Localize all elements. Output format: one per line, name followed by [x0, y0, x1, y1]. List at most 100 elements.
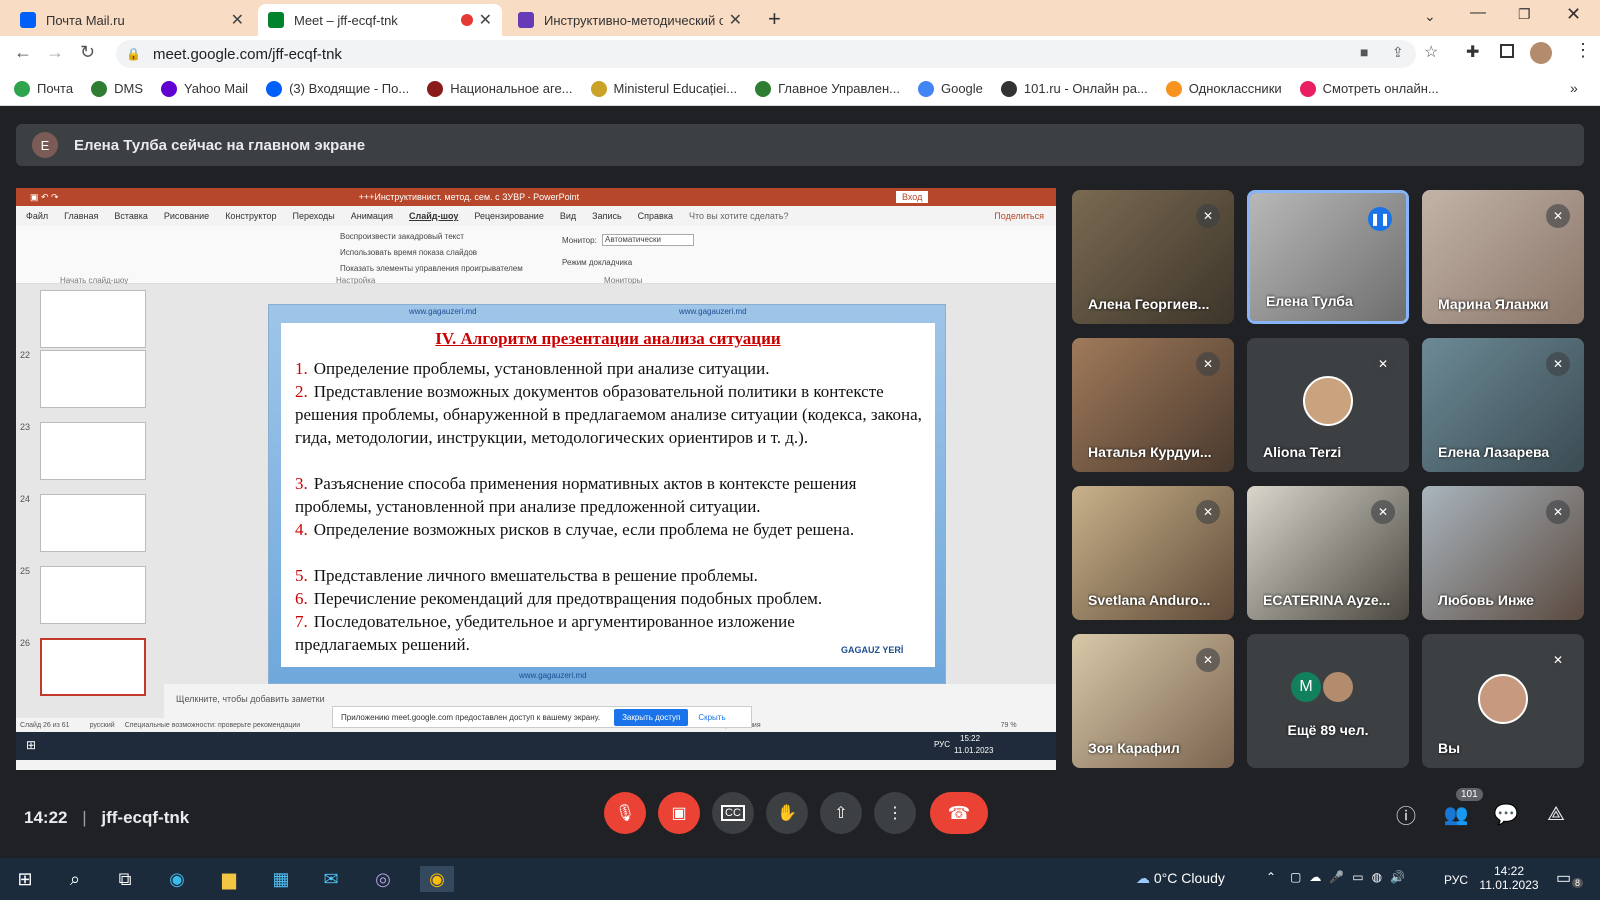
task-view-icon[interactable]: ⧉: [112, 866, 138, 892]
bookmark-item[interactable]: Yahoo Mail: [161, 80, 248, 97]
ppt-title-bar: ▣ ↶ ↷ +++Инструктивнист. метод. сем. с З…: [16, 188, 1056, 206]
participant-tile[interactable]: ✕ Зоя Карафил: [1072, 634, 1234, 768]
people-button[interactable]: 👥: [1442, 800, 1470, 828]
weather-widget[interactable]: ☁ 0°C Cloudy: [1136, 870, 1225, 887]
file-explorer-icon[interactable]: ▆: [216, 866, 242, 892]
hide-notice-button: Скрыть: [698, 712, 726, 722]
bookmark-icon: [427, 80, 444, 97]
participant-tile[interactable]: ✕ Наталья Курдуи...: [1072, 338, 1234, 472]
more-options-button[interactable]: ⋮: [874, 792, 916, 834]
bookmark-item[interactable]: Национальное аге...: [427, 80, 573, 97]
people-count-badge: 101: [1456, 788, 1483, 801]
participant-tile[interactable]: ✕ Елена Лазарева: [1422, 338, 1584, 472]
store-icon[interactable]: ▦: [268, 866, 294, 892]
window-close-icon[interactable]: ✕: [1566, 4, 1581, 25]
maximize-icon[interactable]: ❐: [1518, 6, 1531, 23]
mic-off-icon: 🎙: [614, 805, 636, 822]
windows-start-icon[interactable]: ⊞: [12, 866, 38, 892]
bookmark-item[interactable]: Google: [917, 80, 983, 97]
menu-dots-icon[interactable]: ⋮: [1574, 40, 1592, 61]
mail-icon: [20, 12, 36, 28]
camera-toggle-button[interactable]: ▣: [658, 792, 700, 834]
star-icon[interactable]: ☆: [1424, 42, 1438, 62]
tab-search-icon[interactable]: ⌄: [1424, 8, 1436, 25]
hangup-icon: ☎: [947, 802, 971, 823]
more-bookmarks-icon[interactable]: »: [1570, 80, 1578, 96]
bookmark-item[interactable]: Главное Управлен...: [755, 80, 900, 97]
slide-title: IV. Алгоритм презентации анализа ситуаци…: [435, 329, 781, 348]
new-tab-icon[interactable]: +: [768, 6, 781, 32]
self-tile[interactable]: ✕ Вы: [1422, 634, 1584, 768]
info-button[interactable]: ⓘ: [1392, 800, 1420, 828]
captions-button[interactable]: CC: [712, 792, 754, 834]
slide-thumb: [40, 350, 146, 408]
camera-icon[interactable]: ■: [1360, 44, 1368, 60]
close-icon[interactable]: ✕: [729, 10, 742, 30]
slide-thumb-active: [40, 638, 146, 696]
participant-tile[interactable]: ✕ Svetlana Anduro...: [1072, 486, 1234, 620]
share-page-icon[interactable]: ⇪: [1392, 44, 1404, 61]
notifications-icon[interactable]: ▭: [1556, 868, 1571, 888]
bookmark-item[interactable]: Смотреть онлайн...: [1299, 80, 1439, 97]
present-button[interactable]: ⇧: [820, 792, 862, 834]
mic-off-icon: ✕: [1546, 500, 1570, 524]
mic-off-icon: ✕: [1546, 204, 1570, 228]
meet-icon: [268, 12, 284, 28]
cloud-icon: ☁: [1136, 870, 1150, 886]
participant-tile[interactable]: ✕ Любовь Инже: [1422, 486, 1584, 620]
edge-icon[interactable]: ◉: [164, 866, 190, 892]
avatar: [1323, 672, 1353, 702]
profile-avatar[interactable]: [1530, 42, 1552, 64]
clock[interactable]: 14:22 11.01.2023: [1478, 864, 1540, 892]
stop-sharing-button: Закрыть доступ: [614, 708, 689, 726]
mail-app-icon[interactable]: ✉: [318, 866, 344, 892]
reload-icon[interactable]: ↻: [80, 42, 95, 63]
participant-tile[interactable]: ✕ Алена Георгиев...: [1072, 190, 1234, 324]
chrome-icon[interactable]: ◉: [420, 866, 454, 892]
extensions-icon[interactable]: ✚: [1466, 42, 1479, 62]
close-icon[interactable]: ✕: [479, 10, 492, 30]
tab-meet[interactable]: Meet – jff-ecqf-tnk ✕: [258, 4, 502, 36]
mic-toggle-button[interactable]: 🎙: [604, 792, 646, 834]
list-item: 6. Перечисление рекомендаций для предотвр…: [295, 589, 823, 608]
activities-button[interactable]: ⟁: [1542, 800, 1570, 828]
search-icon[interactable]: ⌕: [62, 866, 88, 892]
forward-icon[interactable]: →: [46, 42, 64, 63]
back-icon[interactable]: ←: [14, 42, 32, 63]
participant-tile[interactable]: ✕ Aliona Terzi: [1247, 338, 1409, 472]
slide: www.gagauzeri.md www.gagauzeri.md IV. Ал…: [268, 304, 946, 684]
lock-icon: 🔒: [126, 47, 141, 61]
tab-forms[interactable]: Инструктивно-методический се ✕: [508, 4, 752, 36]
bookmark-item[interactable]: (3) Входящие - По...: [266, 80, 409, 97]
info-icon: ⓘ: [1396, 805, 1416, 828]
presenting-text: Елена Тулба сейчас на главном экране: [74, 136, 366, 154]
tray-chevron-icon[interactable]: ⌃: [1266, 870, 1276, 884]
bookmark-item[interactable]: DMS: [91, 80, 143, 97]
more-participants-tile[interactable]: M Ещё 89 чел.: [1247, 634, 1409, 768]
bookmark-item[interactable]: Ministerul Educației...: [590, 80, 737, 97]
bookmark-item[interactable]: Почта: [14, 80, 73, 97]
recording-icon: [460, 14, 473, 26]
side-panel-icon[interactable]: [1500, 44, 1514, 58]
tab-mail[interactable]: Почта Mail.ru ✕: [10, 4, 254, 36]
minimize-icon[interactable]: —: [1470, 4, 1486, 22]
participant-tile[interactable]: ✕ ECATERINA Ayze...: [1247, 486, 1409, 620]
chat-button[interactable]: 💬: [1492, 800, 1520, 828]
slide-thumb: [40, 290, 146, 348]
viber-icon[interactable]: ◎: [370, 866, 396, 892]
bookmark-item[interactable]: Одноклассники: [1165, 80, 1282, 97]
save-icon: ▣ ↶ ↷: [30, 191, 59, 202]
close-icon[interactable]: ✕: [231, 10, 244, 30]
ppt-menu: Файл Главная Вставка Рисование Конструкт…: [16, 206, 1056, 226]
bookmark-item[interactable]: 101.ru - Онлайн ра...: [1000, 80, 1148, 97]
system-tray-icons[interactable]: ▢☁🎤▭◍🔊: [1290, 870, 1413, 884]
raise-hand-button[interactable]: ✋: [766, 792, 808, 834]
leave-call-button[interactable]: ☎: [930, 792, 988, 834]
people-icon: 👥: [1443, 803, 1469, 826]
address-bar[interactable]: 🔒 meet.google.com/jff-ecqf-tnk: [116, 40, 1416, 68]
participant-tile-speaking[interactable]: ❚❚ Елена Тулба: [1247, 190, 1409, 324]
participant-tile[interactable]: ✕ Марина Яланжи: [1422, 190, 1584, 324]
present-icon: ⇧: [834, 805, 848, 822]
language-indicator[interactable]: РУС: [1444, 873, 1468, 887]
ppt-ribbon: Воспроизвести закадровый текст Использов…: [16, 226, 1056, 285]
